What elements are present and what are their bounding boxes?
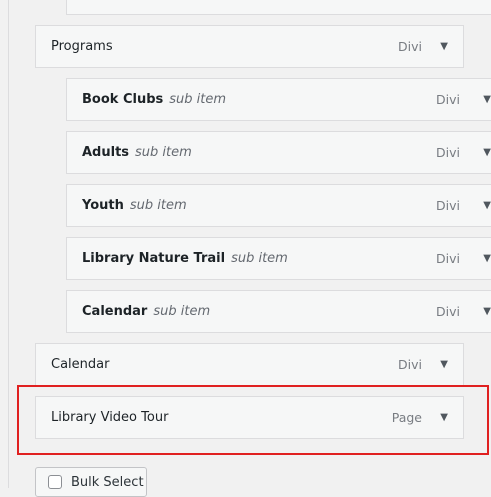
menu-item-type: Divi bbox=[436, 251, 460, 266]
menu-item-type: Divi bbox=[398, 357, 422, 372]
menu-item-book-clubs[interactable]: Book Clubs sub item Divi ▼ bbox=[66, 78, 491, 121]
menu-item-calendar-sub[interactable]: Calendar sub item Divi ▼ bbox=[66, 290, 491, 333]
menu-item-library-video-tour[interactable]: Library Video Tour Page ▼ bbox=[35, 396, 464, 439]
menu-item-title: Library Nature Trail bbox=[82, 251, 226, 266]
menu-item-type: Page bbox=[391, 410, 422, 425]
bulk-select-checkbox[interactable] bbox=[48, 475, 62, 489]
menu-item-title: Programs bbox=[51, 39, 113, 54]
triangle-down-icon[interactable]: ▼ bbox=[483, 306, 491, 317]
triangle-down-icon[interactable]: ▼ bbox=[483, 147, 491, 158]
sub-item-label: sub item bbox=[153, 304, 211, 319]
menu-item-title: Youth bbox=[82, 198, 124, 213]
menu-item-programs[interactable]: Programs Divi ▼ bbox=[35, 25, 464, 68]
triangle-down-icon[interactable]: ▼ bbox=[440, 41, 448, 52]
menu-item-title: Book Clubs bbox=[82, 92, 164, 107]
menu-item-partial[interactable] bbox=[66, 0, 491, 15]
menu-item-adults[interactable]: Adults sub item Divi ▼ bbox=[66, 131, 491, 174]
menu-item-title: Calendar bbox=[82, 304, 148, 319]
left-rail bbox=[0, 0, 9, 488]
menu-item-youth[interactable]: Youth sub item Divi ▼ bbox=[66, 184, 491, 227]
menu-item-title: Library Video Tour bbox=[51, 410, 169, 425]
menu-item-type: Divi bbox=[398, 39, 422, 54]
bulk-select-button[interactable]: Bulk Select bbox=[35, 467, 147, 497]
menu-item-type: Divi bbox=[436, 92, 460, 107]
menu-item-type: Divi bbox=[436, 304, 460, 319]
sub-item-label: sub item bbox=[135, 145, 192, 160]
triangle-down-icon[interactable]: ▼ bbox=[483, 253, 491, 264]
sub-item-label: sub item bbox=[231, 251, 288, 266]
menu-item-title: Adults bbox=[82, 145, 130, 160]
menu-item-type: Divi bbox=[436, 145, 460, 160]
menu-item-type: Divi bbox=[436, 198, 460, 213]
menu-item-calendar[interactable]: Calendar Divi ▼ bbox=[35, 343, 464, 386]
bulk-select-label: Bulk Select bbox=[71, 474, 144, 490]
menu-item-library-nature-trail[interactable]: Library Nature Trail sub item Divi ▼ bbox=[66, 237, 491, 280]
triangle-down-icon[interactable]: ▼ bbox=[440, 412, 448, 423]
menu-item-title: Calendar bbox=[51, 357, 110, 372]
triangle-down-icon[interactable]: ▼ bbox=[483, 94, 491, 105]
sub-item-label: sub item bbox=[129, 198, 187, 213]
sub-item-label: sub item bbox=[169, 92, 227, 107]
triangle-down-icon[interactable]: ▼ bbox=[440, 359, 448, 370]
triangle-down-icon[interactable]: ▼ bbox=[483, 200, 491, 211]
